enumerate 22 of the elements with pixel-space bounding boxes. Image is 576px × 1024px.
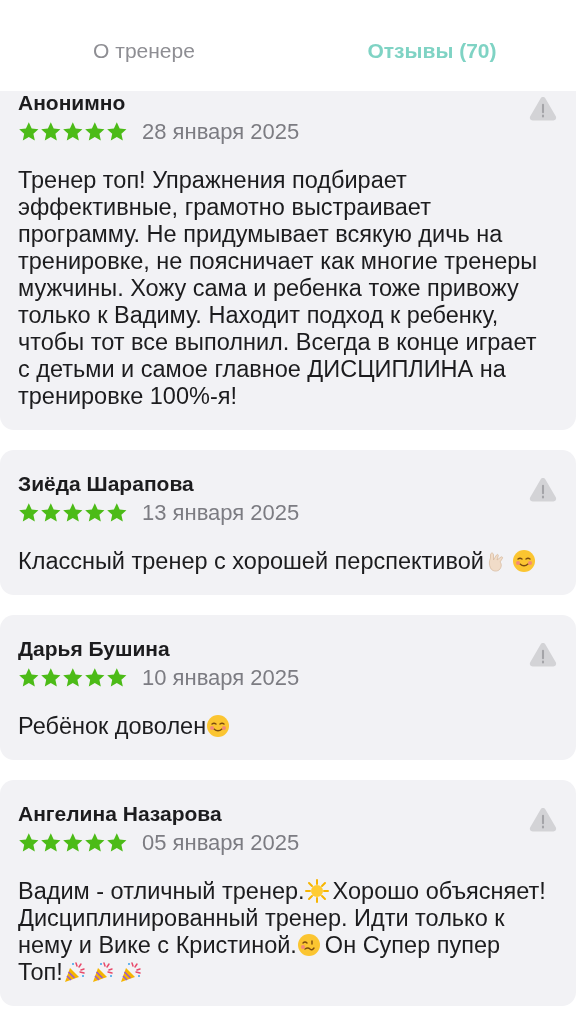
review-date: 10 января 2025: [142, 665, 300, 691]
review-date: 28 января 2025: [142, 119, 300, 145]
author-name: Ангелина Назарова: [18, 802, 223, 826]
review-text: Ребёнок доволен: [18, 713, 548, 740]
dizzy-face-icon: [296, 933, 321, 957]
smiling-face-icon: [206, 714, 231, 738]
warning-icon[interactable]: [528, 476, 558, 503]
warning-icon[interactable]: [528, 806, 558, 833]
review-text: Тренер топ! Упражнения подбирает эффективные, грамотно выстраивает программу. Не придумывает всякую дичь на тренировке, не поясничает как многие тренеры мужчины. Хожу сама и ребенка тоже привожу только к Вадиму. Находит подход к ребенку, чтобы тот все выполнил. Всегда в конце играет с детьми и самое главное ДИСЦИПЛИНА на тренировке 100%-я!: [18, 167, 539, 410]
review-text: Классный тренер с хорошей перспективой: [18, 548, 548, 575]
review-text: Вадим - отличный тренер. Хорошо объясняет! Дисциплинированный тренер. Идти только к нему и Вике с Кристиной. Он Супер пупер Топ!: [18, 878, 547, 986]
sun-icon: [304, 879, 329, 903]
warning-icon[interactable]: [528, 95, 558, 122]
party-popper-icon: [118, 960, 143, 984]
party-popper-icon: [62, 960, 87, 984]
party-popper-icon: [90, 960, 115, 984]
author-name: Дарья Бушина: [18, 637, 171, 661]
warning-icon[interactable]: [528, 641, 558, 668]
smiling-face-icon: [511, 549, 536, 573]
review-date: 05 января 2025: [142, 830, 300, 856]
author-name: Зиёда Шарапова: [18, 472, 195, 496]
review-date: 13 января 2025: [142, 500, 300, 526]
